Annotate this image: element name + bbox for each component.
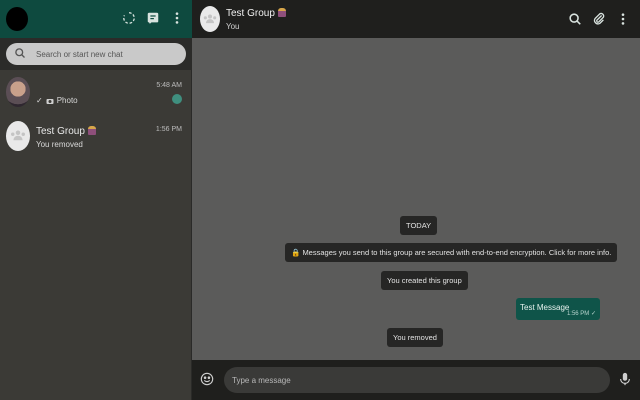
group-avatar <box>6 121 30 151</box>
message-area[interactable]: TODAY 🔒 Messages you send to this group … <box>192 38 640 360</box>
conversation-subtitle: You <box>226 22 240 31</box>
composer <box>192 360 640 400</box>
message-time: 1:56 PM <box>566 311 590 317</box>
attach-icon[interactable] <box>592 12 606 26</box>
menu-icon[interactable] <box>170 11 184 25</box>
contact-avatar <box>6 77 30 107</box>
sent-tick-icon: ✓ <box>36 96 43 105</box>
chat-list-item[interactable]: 5:48 AM ✓ Photo <box>0 72 192 116</box>
group-icon <box>9 129 27 143</box>
chat-time: 1:56 PM <box>155 126 182 133</box>
emoji-icon[interactable] <box>200 372 214 386</box>
chat-preview: ✓ Photo <box>36 96 78 105</box>
search-input[interactable] <box>36 46 176 62</box>
search-icon <box>14 47 26 59</box>
chat-time: 5:48 AM <box>156 82 182 89</box>
sent-tick-icon: ✓ <box>590 311 596 317</box>
mic-icon[interactable] <box>618 372 632 386</box>
chat-list-pane: 5:48 AM ✓ Photo Test Group 1:56 PM You r… <box>0 0 192 400</box>
conversation-title: Test Group <box>226 8 286 19</box>
encryption-notice[interactable]: 🔒 Messages you send to this group are se… <box>285 243 618 262</box>
group-avatar[interactable] <box>200 6 220 32</box>
avatar[interactable] <box>6 7 28 31</box>
status-icon[interactable] <box>122 11 136 25</box>
lock-icon: 🔒 <box>291 248 301 257</box>
chat-name: Test Group <box>36 126 96 137</box>
new-chat-icon[interactable] <box>146 11 160 25</box>
chat-preview-text: You removed <box>36 140 83 149</box>
date-divider: TODAY <box>400 216 438 235</box>
search-bar <box>0 38 192 70</box>
message-meta: 1:56 PM ✓ <box>567 310 596 317</box>
emoji-icon <box>87 126 96 135</box>
left-header <box>0 0 192 38</box>
outgoing-message[interactable]: Test Message 1:56 PM ✓ <box>516 298 600 320</box>
conversation-pane: Test Group You TODAY 🔒 Messages you send… <box>192 0 640 400</box>
conversation-header[interactable]: Test Group You <box>192 0 640 38</box>
search-icon[interactable] <box>568 12 582 26</box>
encryption-notice-text: Messages you send to this group are secu… <box>302 248 612 257</box>
message-input[interactable] <box>224 367 610 393</box>
search-box <box>6 43 186 65</box>
emoji-icon <box>277 8 286 17</box>
system-message: You removed <box>387 328 443 347</box>
camera-icon <box>46 97 54 105</box>
message-text: Test Message <box>520 303 570 312</box>
header-actions <box>122 11 184 25</box>
system-message: You created this group <box>381 271 468 290</box>
menu-icon[interactable] <box>616 12 630 26</box>
conversation-actions <box>568 12 630 26</box>
chat-preview-text: Photo <box>56 96 78 105</box>
chat-list-item[interactable]: Test Group 1:56 PM You removed <box>0 116 192 160</box>
unread-badge <box>172 94 182 104</box>
group-icon <box>202 13 218 26</box>
